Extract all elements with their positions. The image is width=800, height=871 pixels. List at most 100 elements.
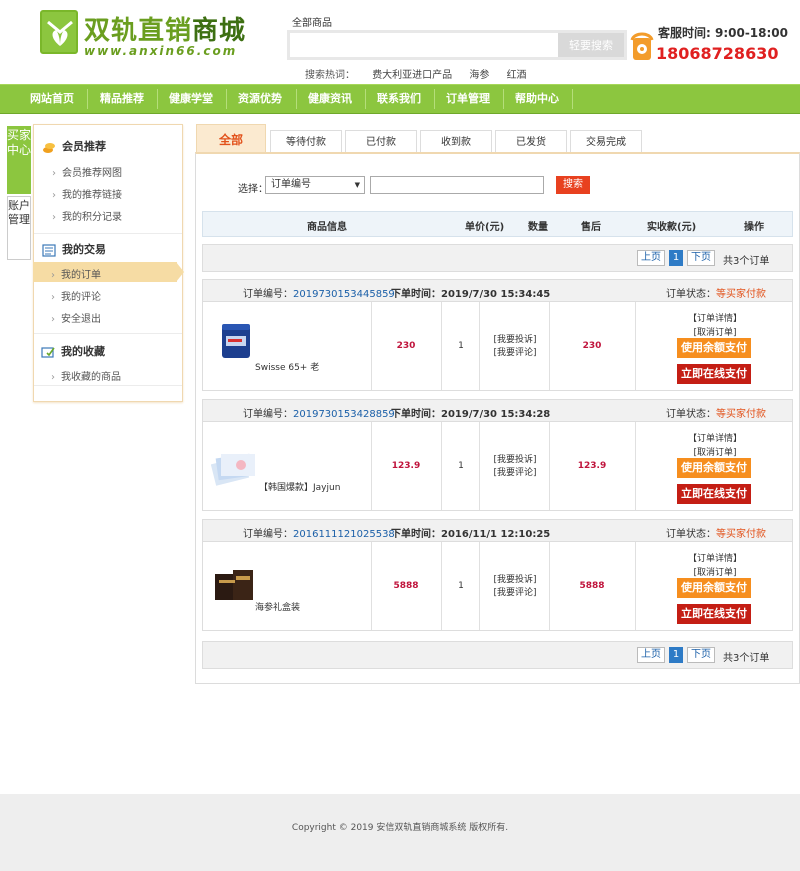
cell-divider [549, 302, 550, 390]
sidebar-link-my-reviews[interactable]: 我的评论 [51, 288, 101, 303]
sidebar-link-referral-map[interactable]: 会员推荐网图 [52, 164, 122, 179]
product-image[interactable] [217, 320, 259, 360]
filter-input[interactable] [370, 176, 544, 194]
order-detail-link[interactable]: 【订单详情】 [665, 311, 765, 324]
hot-label: 搜索热词： [305, 70, 355, 81]
review-link[interactable]: [我要评论] [481, 467, 549, 480]
order-card: 订单编号：2019730153428859 下单时间：2019/7/30 15:… [202, 399, 793, 511]
tab-shipped[interactable]: 已发货 [495, 130, 567, 154]
buyer-center-tab[interactable]: 买家中心 [7, 126, 31, 194]
order-status: 订单状态：等买家付款 [666, 289, 766, 300]
sidebar-link-favorite-products[interactable]: 我收藏的商品 [51, 368, 121, 383]
hot-keyword[interactable]: 海参 [469, 70, 489, 81]
customer-service: 客服时间: 9:00-18:00 18068728630 [630, 20, 800, 70]
order-no-link[interactable]: 2019730153428859 [293, 409, 395, 420]
nav-item-orders[interactable]: 订单管理 [434, 85, 502, 113]
nav-item-home[interactable]: 网站首页 [18, 85, 86, 113]
pager-prev[interactable]: 上页 [637, 647, 665, 663]
pay-balance-button[interactable]: 使用余额支付 [677, 578, 751, 598]
nav-item-advantages[interactable]: 资源优势 [226, 85, 294, 113]
hot-keyword[interactable]: 红酒 [507, 70, 527, 81]
search-button[interactable]: 轻要搜索 [558, 33, 624, 57]
sidebar-section-referral: 会员推荐 [42, 138, 106, 158]
order-time: 下单时间：2019/7/30 15:34:45 [391, 289, 551, 300]
order-no-link[interactable]: 2019730153445859 [293, 289, 395, 300]
site-footer: Copyright © 2019 安信双轨直销商城系统 版权所有. [0, 794, 800, 871]
order-no: 订单编号：2019730153428859 [243, 409, 395, 420]
pager-next[interactable]: 下页 [687, 250, 715, 266]
tab-received[interactable]: 收到款 [420, 130, 492, 154]
order-header: 订单编号：2019730153445859 下单时间：2019/7/30 15:… [203, 280, 792, 302]
sidebar-link-my-orders[interactable]: 我的订单 [51, 266, 101, 281]
nav-item-contact[interactable]: 联系我们 [365, 85, 433, 113]
hot-keyword[interactable]: 费大利亚进口产品 [372, 70, 452, 81]
pay-online-button[interactable]: 立即在线支付 [677, 484, 751, 504]
pager-current[interactable]: 1 [669, 250, 683, 266]
th-after-sale: 售后 [581, 222, 601, 233]
complain-link[interactable]: [我要投诉] [481, 574, 549, 587]
unit-price: 230 [396, 341, 416, 351]
product-name[interactable]: Swisse 65+ 老 [255, 360, 319, 373]
cell-divider [371, 422, 372, 510]
search-input[interactable] [290, 33, 560, 57]
complain-link[interactable]: [我要投诉] [481, 454, 549, 467]
sidebar-link-logout[interactable]: 安全退出 [51, 310, 101, 325]
order-card: 订单编号：2019730153445859 下单时间：2019/7/30 15:… [202, 279, 793, 391]
order-detail-link[interactable]: 【订单详情】 [665, 551, 765, 564]
product-image[interactable] [211, 446, 257, 486]
cancel-order-link[interactable]: [取消订单] [665, 445, 765, 458]
product-name[interactable]: 【韩国爆款】Jayjun [259, 480, 340, 493]
filter-search-button[interactable]: 搜索 [556, 176, 590, 194]
cell-divider [479, 422, 480, 510]
order-card: 订单编号：2016111121025538 下单时间：2016/11/1 12:… [202, 519, 793, 631]
search-box: 轻要搜索 [287, 30, 627, 60]
order-no-link[interactable]: 2016111121025538 [293, 529, 395, 540]
order-header: 订单编号：2016111121025538 下单时间：2016/11/1 12:… [203, 520, 792, 542]
quantity: 1 [458, 461, 464, 471]
cancel-order-link[interactable]: [取消订单] [665, 565, 765, 578]
th-product: 商品信息 [307, 222, 347, 233]
sidebar-link-points[interactable]: 我的积分记录 [52, 208, 122, 223]
tab-completed[interactable]: 交易完成 [570, 130, 642, 154]
review-link[interactable]: [我要评论] [481, 347, 549, 360]
pay-balance-button[interactable]: 使用余额支付 [677, 338, 751, 358]
cancel-order-link[interactable]: [取消订单] [665, 325, 765, 338]
nav-item-health-school[interactable]: 健康学堂 [157, 85, 225, 113]
account-management-tab[interactable]: 账户管理 [7, 196, 31, 260]
pay-online-button[interactable]: 立即在线支付 [677, 604, 751, 624]
pager-prev[interactable]: 上页 [637, 250, 665, 266]
product-image[interactable] [213, 566, 255, 606]
search-scope[interactable]: 全部商品 [292, 14, 332, 29]
tab-all[interactable]: 全部 [196, 124, 266, 154]
product-name[interactable]: 海参礼盒装 [255, 600, 300, 613]
logo-title: 双轨直销商城 [84, 16, 247, 46]
cell-divider [441, 542, 442, 630]
tab-paid[interactable]: 已付款 [345, 130, 417, 154]
nav-item-health-news[interactable]: 健康资讯 [296, 85, 364, 113]
after-sale-links: [我要投诉] [我要评论] [481, 574, 549, 600]
nav-item-help[interactable]: 帮助中心 [503, 85, 571, 113]
nav-item-featured[interactable]: 精品推荐 [88, 85, 156, 113]
pager-current[interactable]: 1 [669, 647, 683, 663]
sidebar-link-referral-url[interactable]: 我的推荐链接 [52, 186, 122, 201]
unit-price: 5888 [393, 581, 419, 591]
pay-balance-button[interactable]: 使用余额支付 [677, 458, 751, 478]
pager-next[interactable]: 下页 [687, 647, 715, 663]
complain-link[interactable]: [我要投诉] [481, 334, 549, 347]
quantity: 1 [458, 341, 464, 351]
cell-divider [635, 302, 636, 390]
pager-bottom: 上页 1 下页 共3个订单 [202, 641, 793, 669]
sidebar-section-favorites: 我的收藏 [41, 343, 105, 363]
pay-online-button[interactable]: 立即在线支付 [677, 364, 751, 384]
paid-amount: 5888 [579, 581, 605, 591]
site-logo[interactable]: 双轨直销商城 www.anxin66.com [40, 10, 280, 60]
tab-awaiting-payment[interactable]: 等待付款 [270, 130, 342, 154]
order-header: 订单编号：2019730153428859 下单时间：2019/7/30 15:… [203, 400, 792, 422]
filter-label: 选择： [238, 184, 268, 195]
order-detail-link[interactable]: 【订单详情】 [665, 431, 765, 444]
hot-keywords: 搜索热词： 费大利亚进口产品 海参 红酒 [305, 66, 541, 81]
main-nav: 网站首页 精品推荐 健康学堂 资源优势 健康资讯 联系我们 订单管理 帮助中心 [0, 84, 800, 114]
review-link[interactable]: [我要评论] [481, 587, 549, 600]
filter-select[interactable]: 订单编号 [265, 176, 365, 194]
th-unit-price: 单价(元) [465, 222, 505, 233]
